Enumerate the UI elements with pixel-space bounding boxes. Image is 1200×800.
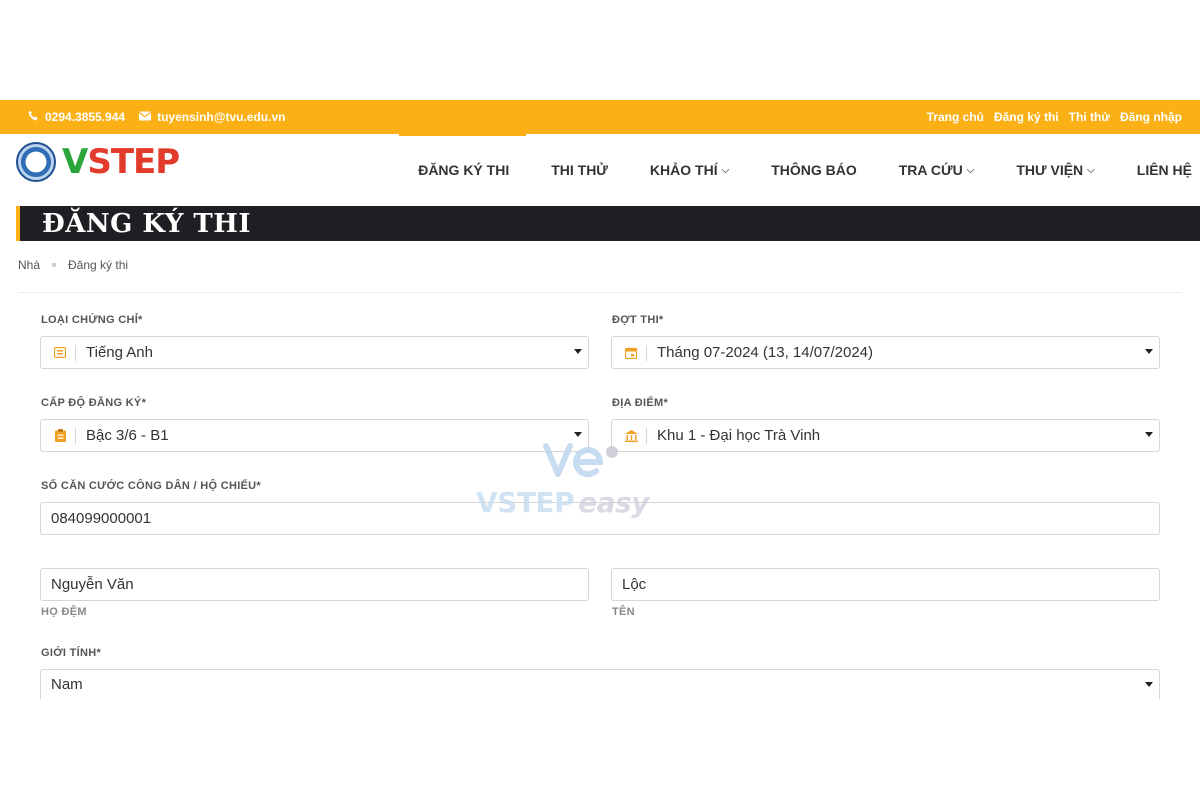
caret-down-icon <box>1145 682 1153 687</box>
location-value: Khu 1 - Đại học Trà Vinh <box>657 427 821 444</box>
caret-down-icon <box>1145 349 1153 354</box>
gender-value: Nam <box>51 676 83 693</box>
first-name-value: Lộc <box>622 576 647 593</box>
breadcrumb-separator <box>52 263 57 267</box>
email-contact[interactable]: tuyensinh@tvu.edu.vn <box>138 110 286 124</box>
nav-item-library[interactable]: THƯ VIỆN ⌵ <box>995 134 1115 206</box>
watermark-text: VSTEP easy <box>476 486 649 519</box>
page-title: ĐĂNG KÝ THI <box>42 209 252 239</box>
top-link-login[interactable]: Đăng nhập <box>1120 110 1182 124</box>
nav-item-practice-test[interactable]: THI THỬ <box>530 134 629 206</box>
session-label: ĐỢT THI* <box>612 314 664 326</box>
phone-contact[interactable]: 0294.3855.944 <box>28 110 125 124</box>
site-logo[interactable]: VSTEP <box>16 142 180 182</box>
top-bar: 0294.3855.944 tuyensinh@tvu.edu.vn Trang… <box>0 100 1200 134</box>
session-select[interactable]: Tháng 07-2024 (13, 14/07/2024) <box>611 336 1160 369</box>
nav-item-announcements[interactable]: THÔNG BÁO <box>750 134 878 206</box>
session-value: Tháng 07-2024 (13, 14/07/2024) <box>657 344 873 361</box>
certificate-label: LOẠI CHỨNG CHỈ* <box>41 314 143 326</box>
main-nav: ĐĂNG KÝ THI THI THỬ KHẢO THÍ ⌵ THÔNG BÁO … <box>397 134 1192 206</box>
top-link-home[interactable]: Trang chủ <box>927 110 984 124</box>
main-header: VSTEP ĐĂNG KÝ THI THI THỬ KHẢO THÍ ⌵ THÔN… <box>0 134 1200 206</box>
watermark-logo: VSTEP easy <box>476 434 676 524</box>
location-label: ĐỊA ĐIỂM* <box>612 397 669 409</box>
middle-name-value: Nguyễn Văn <box>51 576 134 593</box>
top-link-register[interactable]: Đăng ký thi <box>994 110 1059 124</box>
calendar-icon <box>622 347 640 359</box>
breadcrumb: Nhà Đăng ký thi <box>18 258 128 272</box>
nav-item-testing[interactable]: KHẢO THÍ ⌵ <box>629 134 750 206</box>
id-number-value: 084099000001 <box>51 510 152 527</box>
certificate-value: Tiếng Anh <box>86 344 153 361</box>
page-title-bar: ĐĂNG KÝ THI <box>16 206 1200 241</box>
divider <box>18 292 1182 293</box>
level-value: Bậc 3/6 - B1 <box>86 427 169 444</box>
location-select[interactable]: Khu 1 - Đại học Trà Vinh <box>611 419 1160 452</box>
nav-item-contact[interactable]: LIÊN HỆ <box>1116 134 1192 206</box>
chevron-down-icon: ⌵ <box>721 164 730 176</box>
level-label: CẤP ĐỘ ĐĂNG KÝ* <box>41 397 147 409</box>
page: 0294.3855.944 tuyensinh@tvu.edu.vn Trang… <box>0 0 1200 800</box>
middle-name-caption: HỌ ĐỆM <box>41 606 87 618</box>
gender-select[interactable]: Nam <box>40 669 1160 699</box>
middle-name-input[interactable]: Nguyễn Văn <box>40 568 589 601</box>
top-links: Trang chủ Đăng ký thi Thi thử Đăng nhập <box>927 110 1182 124</box>
nav-item-register[interactable]: ĐĂNG KÝ THI <box>397 134 530 206</box>
envelope-icon <box>138 110 152 124</box>
breadcrumb-current: Đăng ký thi <box>68 258 129 272</box>
phone-icon <box>28 110 39 124</box>
gender-label: GIỚI TÍNH* <box>41 647 102 659</box>
first-name-input[interactable]: Lộc <box>611 568 1160 601</box>
certificate-icon <box>51 347 69 358</box>
breadcrumb-home[interactable]: Nhà <box>18 258 40 272</box>
clipboard-icon <box>51 429 69 442</box>
phone-number: 0294.3855.944 <box>45 110 126 124</box>
id-number-label: SỐ CĂN CƯỚC CÔNG DÂN / HỘ CHIẾU* <box>41 480 262 492</box>
chevron-down-icon: ⌵ <box>1087 164 1095 176</box>
contact-info: 0294.3855.944 tuyensinh@tvu.edu.vn <box>28 110 285 124</box>
first-name-caption: TÊN <box>612 606 635 618</box>
certificate-select[interactable]: Tiếng Anh <box>40 336 589 369</box>
logo-wordmark: VSTEP <box>62 142 180 182</box>
email-address: tuyensinh@tvu.edu.vn <box>157 110 286 124</box>
top-link-practice[interactable]: Thi thử <box>1069 110 1110 124</box>
nav-item-lookup[interactable]: TRA CỨU ⌵ <box>878 134 996 206</box>
watermark-ve-icon <box>543 443 618 478</box>
university-seal-icon <box>16 142 56 182</box>
caret-down-icon <box>1145 432 1153 437</box>
caret-down-icon <box>574 349 582 354</box>
chevron-down-icon: ⌵ <box>966 164 975 176</box>
